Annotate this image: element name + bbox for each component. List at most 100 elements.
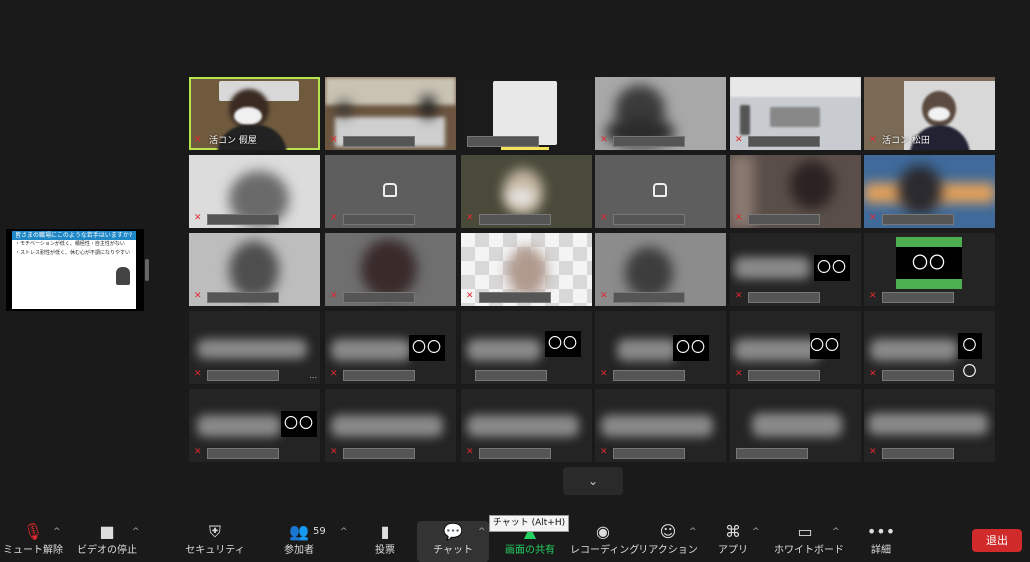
mic-off-icon: ✕ [194, 447, 202, 457]
mic-off-icon: ✕ [869, 135, 877, 145]
video-tile[interactable]: ✕ [595, 233, 726, 306]
video-tile[interactable] [461, 77, 592, 150]
video-tile[interactable]: 〇〇 ✕ [730, 311, 861, 384]
video-tile[interactable]: ✕ [595, 77, 726, 150]
whiteboard-button[interactable]: ▭ ホワイトボード [774, 513, 844, 562]
reactions-options-caret[interactable]: ^ [689, 527, 697, 537]
participants-options-caret[interactable]: ^ [340, 527, 348, 537]
participant-name-redacted [343, 214, 415, 225]
chat-options-caret[interactable]: ^ [478, 527, 486, 537]
apps-label: アプリ [718, 545, 748, 556]
video-tile[interactable]: 〇〇 ✕ [864, 311, 995, 384]
participant-name-redacted [748, 292, 820, 303]
video-button[interactable]: ■ ビデオの停止 [77, 513, 137, 562]
video-tile[interactable]: ✕ [595, 155, 726, 228]
mic-off-icon: ✕ [735, 369, 743, 379]
video-tile[interactable]: ✕ [461, 389, 592, 462]
mute-button[interactable]: 🎙 ミュート解除 [3, 513, 63, 562]
mic-off-icon: ✕ [466, 447, 474, 457]
record-button[interactable]: ◉ レコーディング [570, 513, 639, 562]
slide-bullet: ・モチベーションが低く、積極性・自主性がない [15, 241, 125, 247]
video-tile[interactable]: 〇〇 ✕ [325, 311, 456, 384]
next-page-button[interactable]: ⌄ [563, 467, 623, 495]
poll-button[interactable]: ▮ 投票 [370, 513, 400, 562]
mic-off-icon: ✕ [194, 291, 202, 301]
shared-slide: 皆さまの職場にこのような若手はいますか? ・モチベーションが低く、積極性・自主性… [12, 231, 136, 309]
video-tile[interactable]: ✕ [730, 155, 861, 228]
apps-button[interactable]: ⌘ アプリ [718, 513, 748, 562]
mic-off-icon: ✕ [600, 291, 608, 301]
video-tile[interactable]: 〇〇 ✕ [595, 311, 726, 384]
video-tile-host[interactable]: ✕ 活コン 假屋 [189, 77, 320, 150]
video-tile[interactable]: 〇〇 ✕ [864, 233, 995, 306]
participants-button[interactable]: 👥 参加者 [284, 513, 314, 562]
slide-bullet: ・ストレス耐性が低く、休む心が不調になりやすい [15, 250, 131, 256]
presenter-figure [116, 267, 130, 285]
mic-off-icon: ✕ [330, 135, 338, 145]
video-off-placeholder: 〇〇 [545, 331, 581, 357]
share-label: 画面の共有 [505, 545, 555, 556]
video-off-placeholder: 〇〇 [810, 333, 840, 359]
video-tile[interactable]: 〇〇 ✕ [730, 233, 861, 306]
video-tile[interactable]: ✕ ... [189, 311, 320, 384]
shared-screen-thumbnail[interactable]: 皆さまの職場にこのような若手はいますか? ・モチベーションが低く、積極性・自主性… [6, 229, 144, 311]
video-off-placeholder: 〇〇 [814, 255, 850, 281]
video-tile[interactable]: ✕ [730, 77, 861, 150]
reactions-button[interactable]: ☺ リアクション [638, 513, 698, 562]
participant-name-redacted [882, 370, 954, 381]
video-tile[interactable]: ✕ [189, 233, 320, 306]
participant-name-redacted [748, 214, 820, 225]
more-dots: ... [309, 371, 317, 380]
video-options-caret[interactable]: ^ [132, 527, 140, 537]
more-icon: ••• [866, 522, 896, 541]
participant-count: 59 [313, 526, 326, 537]
mic-off-icon: ✕ [869, 369, 877, 379]
mic-off-icon: ✕ [735, 213, 743, 223]
video-tile[interactable]: ✕ [461, 233, 592, 306]
participant-name-redacted [748, 136, 820, 147]
video-tile[interactable]: ✕ [325, 155, 456, 228]
video-tile[interactable]: ✕ [864, 389, 995, 462]
video-tile[interactable]: ✕ [461, 155, 592, 228]
poll-icon: ▮ [380, 522, 390, 541]
participant-name-redacted [207, 214, 279, 225]
security-button[interactable]: ⛨ セキュリティ [185, 513, 244, 562]
mic-off-icon: ✕ [869, 447, 877, 457]
video-tile[interactable]: ✕ [595, 389, 726, 462]
participant-name-redacted [343, 292, 415, 303]
mic-off-icon: ✕ [735, 135, 743, 145]
participant-name-redacted [343, 136, 415, 147]
whiteboard-options-caret[interactable]: ^ [832, 527, 840, 537]
video-icon: ■ [99, 522, 115, 541]
video-tile[interactable]: ✕ [325, 77, 456, 150]
mic-off-icon: ✕ [600, 447, 608, 457]
video-tile[interactable] [730, 389, 861, 462]
chat-button[interactable]: 💬 チャット [430, 513, 476, 562]
participant-name-redacted [207, 292, 279, 303]
camera-off-icon [653, 183, 667, 197]
mic-off-icon: ✕ [869, 291, 877, 301]
more-button[interactable]: ••• 詳細 [866, 513, 896, 562]
participant-name-redacted [207, 448, 279, 459]
mute-label: ミュート解除 [3, 545, 63, 556]
video-tile[interactable]: 〇〇 ✕ [189, 389, 320, 462]
participant-name-redacted [479, 292, 551, 303]
mic-off-icon: ✕ [330, 291, 338, 301]
participant-name-redacted [479, 448, 551, 459]
video-tile[interactable]: 〇〇 [461, 311, 592, 384]
apps-options-caret[interactable]: ^ [752, 527, 760, 537]
leave-button[interactable]: 退出 [972, 529, 1022, 552]
camera-off-icon [383, 183, 397, 197]
audio-options-caret[interactable]: ^ [53, 527, 61, 537]
video-tile[interactable]: ✕ [189, 155, 320, 228]
video-tile[interactable]: ✕ [325, 389, 456, 462]
security-label: セキュリティ [185, 545, 245, 556]
record-label: レコーディング [570, 545, 640, 556]
panel-splitter-handle[interactable] [145, 259, 149, 281]
apps-icon: ⌘ [725, 522, 741, 541]
video-tile[interactable]: ✕ [864, 155, 995, 228]
video-tile[interactable]: ✕ [325, 233, 456, 306]
mic-off-icon: ✕ [466, 291, 474, 301]
video-tile-guest[interactable]: ✕ 活コン 松田 [864, 77, 995, 150]
mic-off-icon: ✕ [735, 291, 743, 301]
